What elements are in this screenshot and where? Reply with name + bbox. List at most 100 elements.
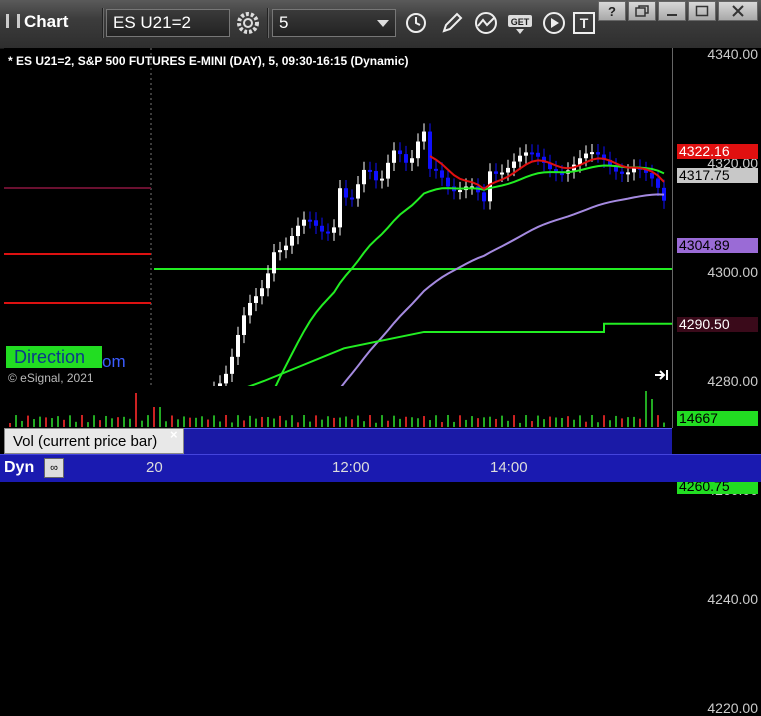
- restore-icon: [635, 5, 649, 17]
- candle-body: [230, 356, 234, 374]
- volume-bar: [609, 420, 611, 427]
- minimize-button[interactable]: [658, 1, 686, 21]
- volume-bar: [27, 415, 29, 427]
- chart-title-button[interactable]: Chart: [6, 12, 68, 32]
- candle-body: [536, 152, 540, 157]
- candle-body: [338, 188, 342, 228]
- volume-pane[interactable]: [4, 389, 672, 427]
- volume-bar: [495, 418, 497, 427]
- maximize-button[interactable]: [688, 1, 716, 21]
- volume-bar: [141, 420, 143, 427]
- volume-bar: [261, 416, 263, 427]
- volume-bar: [69, 415, 71, 427]
- candle-body: [494, 171, 498, 174]
- interval-selector[interactable]: 5: [272, 9, 396, 37]
- svg-text:T: T: [580, 15, 589, 31]
- volume-bar: [231, 422, 233, 427]
- candle-body: [392, 150, 396, 163]
- volume-chart-svg: [9, 391, 665, 427]
- scroll-to-end-button[interactable]: [654, 369, 670, 384]
- volume-bar: [663, 422, 665, 427]
- candle-body: [296, 225, 300, 237]
- clock-icon[interactable]: [402, 9, 430, 37]
- volume-bar: [507, 420, 509, 427]
- volume-bar: [183, 416, 185, 427]
- volume-bar: [459, 415, 461, 427]
- volume-bar: [225, 415, 227, 427]
- settings-gear-icon[interactable]: [234, 9, 262, 37]
- volume-bar: [249, 415, 251, 427]
- candle-body: [404, 154, 408, 163]
- price-chart-svg: [4, 48, 672, 651]
- dynamic-link-icon[interactable]: ∞: [44, 458, 64, 478]
- help-button[interactable]: ?: [598, 1, 626, 21]
- chart-window: Chart ES U21=2 5 GET T ? * ES U21=2, S&P…: [0, 0, 761, 716]
- chart-grip-icon[interactable]: [6, 14, 20, 28]
- chart-header-text: * ES U21=2, S&P 500 FUTURES E-MINI (DAY)…: [8, 54, 409, 68]
- chart-toolbar: Chart ES U21=2 5 GET T ?: [0, 0, 761, 49]
- candle-body: [374, 171, 378, 181]
- price-axis[interactable]: 4340.004320.004300.004280.004260.004240.…: [672, 46, 761, 716]
- volume-bar: [435, 415, 437, 427]
- volume-bar: [633, 416, 635, 427]
- candle-body: [266, 273, 270, 289]
- time-axis-tick-label: 20: [146, 459, 163, 476]
- play-icon[interactable]: [540, 9, 568, 37]
- volume-bar: [153, 407, 155, 427]
- volume-bar: [555, 417, 557, 427]
- volume-bar: [45, 417, 47, 427]
- volume-bar: [339, 417, 341, 427]
- interval-value: 5: [279, 13, 289, 32]
- candle-body: [272, 252, 276, 274]
- symbol-selector[interactable]: ES U21=2: [106, 9, 230, 37]
- volume-study-label[interactable]: Vol (current price bar): [4, 428, 184, 454]
- volume-bar: [105, 415, 107, 427]
- volume-bar: [147, 415, 149, 427]
- volume-bar: [531, 421, 533, 427]
- volume-bar: [285, 420, 287, 427]
- volume-bar: [273, 418, 275, 427]
- price-tag: 4317.75: [677, 168, 758, 184]
- y-axis-tick-label: 4220.00: [707, 700, 758, 716]
- get-icon[interactable]: GET: [506, 9, 534, 37]
- candle-body: [368, 169, 372, 172]
- window-title: Chart: [24, 12, 69, 31]
- candle-body: [656, 178, 660, 188]
- volume-bar: [393, 415, 395, 427]
- y-axis-tick-label: 4240.00: [707, 591, 758, 607]
- pencil-icon[interactable]: [438, 9, 466, 37]
- time-axis[interactable]: Dyn ∞ 20 12:00 14:00: [0, 454, 761, 482]
- y-axis-tick-label: 4300.00: [707, 264, 758, 280]
- volume-bar: [471, 416, 473, 427]
- volume-study-close-icon[interactable]: ×: [170, 427, 178, 442]
- stepped-level-line: [151, 322, 672, 426]
- volume-bar: [51, 418, 53, 427]
- y-axis-tick-label: 4340.00: [707, 46, 758, 62]
- close-button[interactable]: [718, 1, 758, 21]
- volume-bar: [651, 399, 653, 427]
- volume-bar: [387, 420, 389, 427]
- candle-body: [320, 225, 324, 232]
- volume-bar: [117, 417, 119, 427]
- volume-bar: [441, 422, 443, 427]
- candle-body: [350, 197, 354, 200]
- volume-bar: [93, 415, 95, 427]
- volume-bar: [369, 415, 371, 427]
- price-plot-area[interactable]: [4, 48, 672, 651]
- candle-body: [260, 288, 264, 297]
- volume-bar: [129, 418, 131, 427]
- time-axis-tick-label: 14:00: [490, 459, 528, 476]
- candle-body: [500, 172, 504, 175]
- volume-last-value-tag: 14667: [677, 411, 758, 426]
- restore-button[interactable]: [628, 1, 656, 21]
- volume-bar: [321, 419, 323, 427]
- scroll-end-icon: [655, 370, 668, 380]
- candle-body: [560, 173, 564, 176]
- text-tool-icon[interactable]: T: [570, 9, 598, 37]
- studies-icon[interactable]: [472, 9, 500, 37]
- candle-body: [440, 170, 444, 178]
- candle-body: [218, 383, 222, 390]
- volume-bar: [291, 415, 293, 427]
- candle-body: [242, 315, 246, 335]
- volume-bar: [63, 419, 65, 427]
